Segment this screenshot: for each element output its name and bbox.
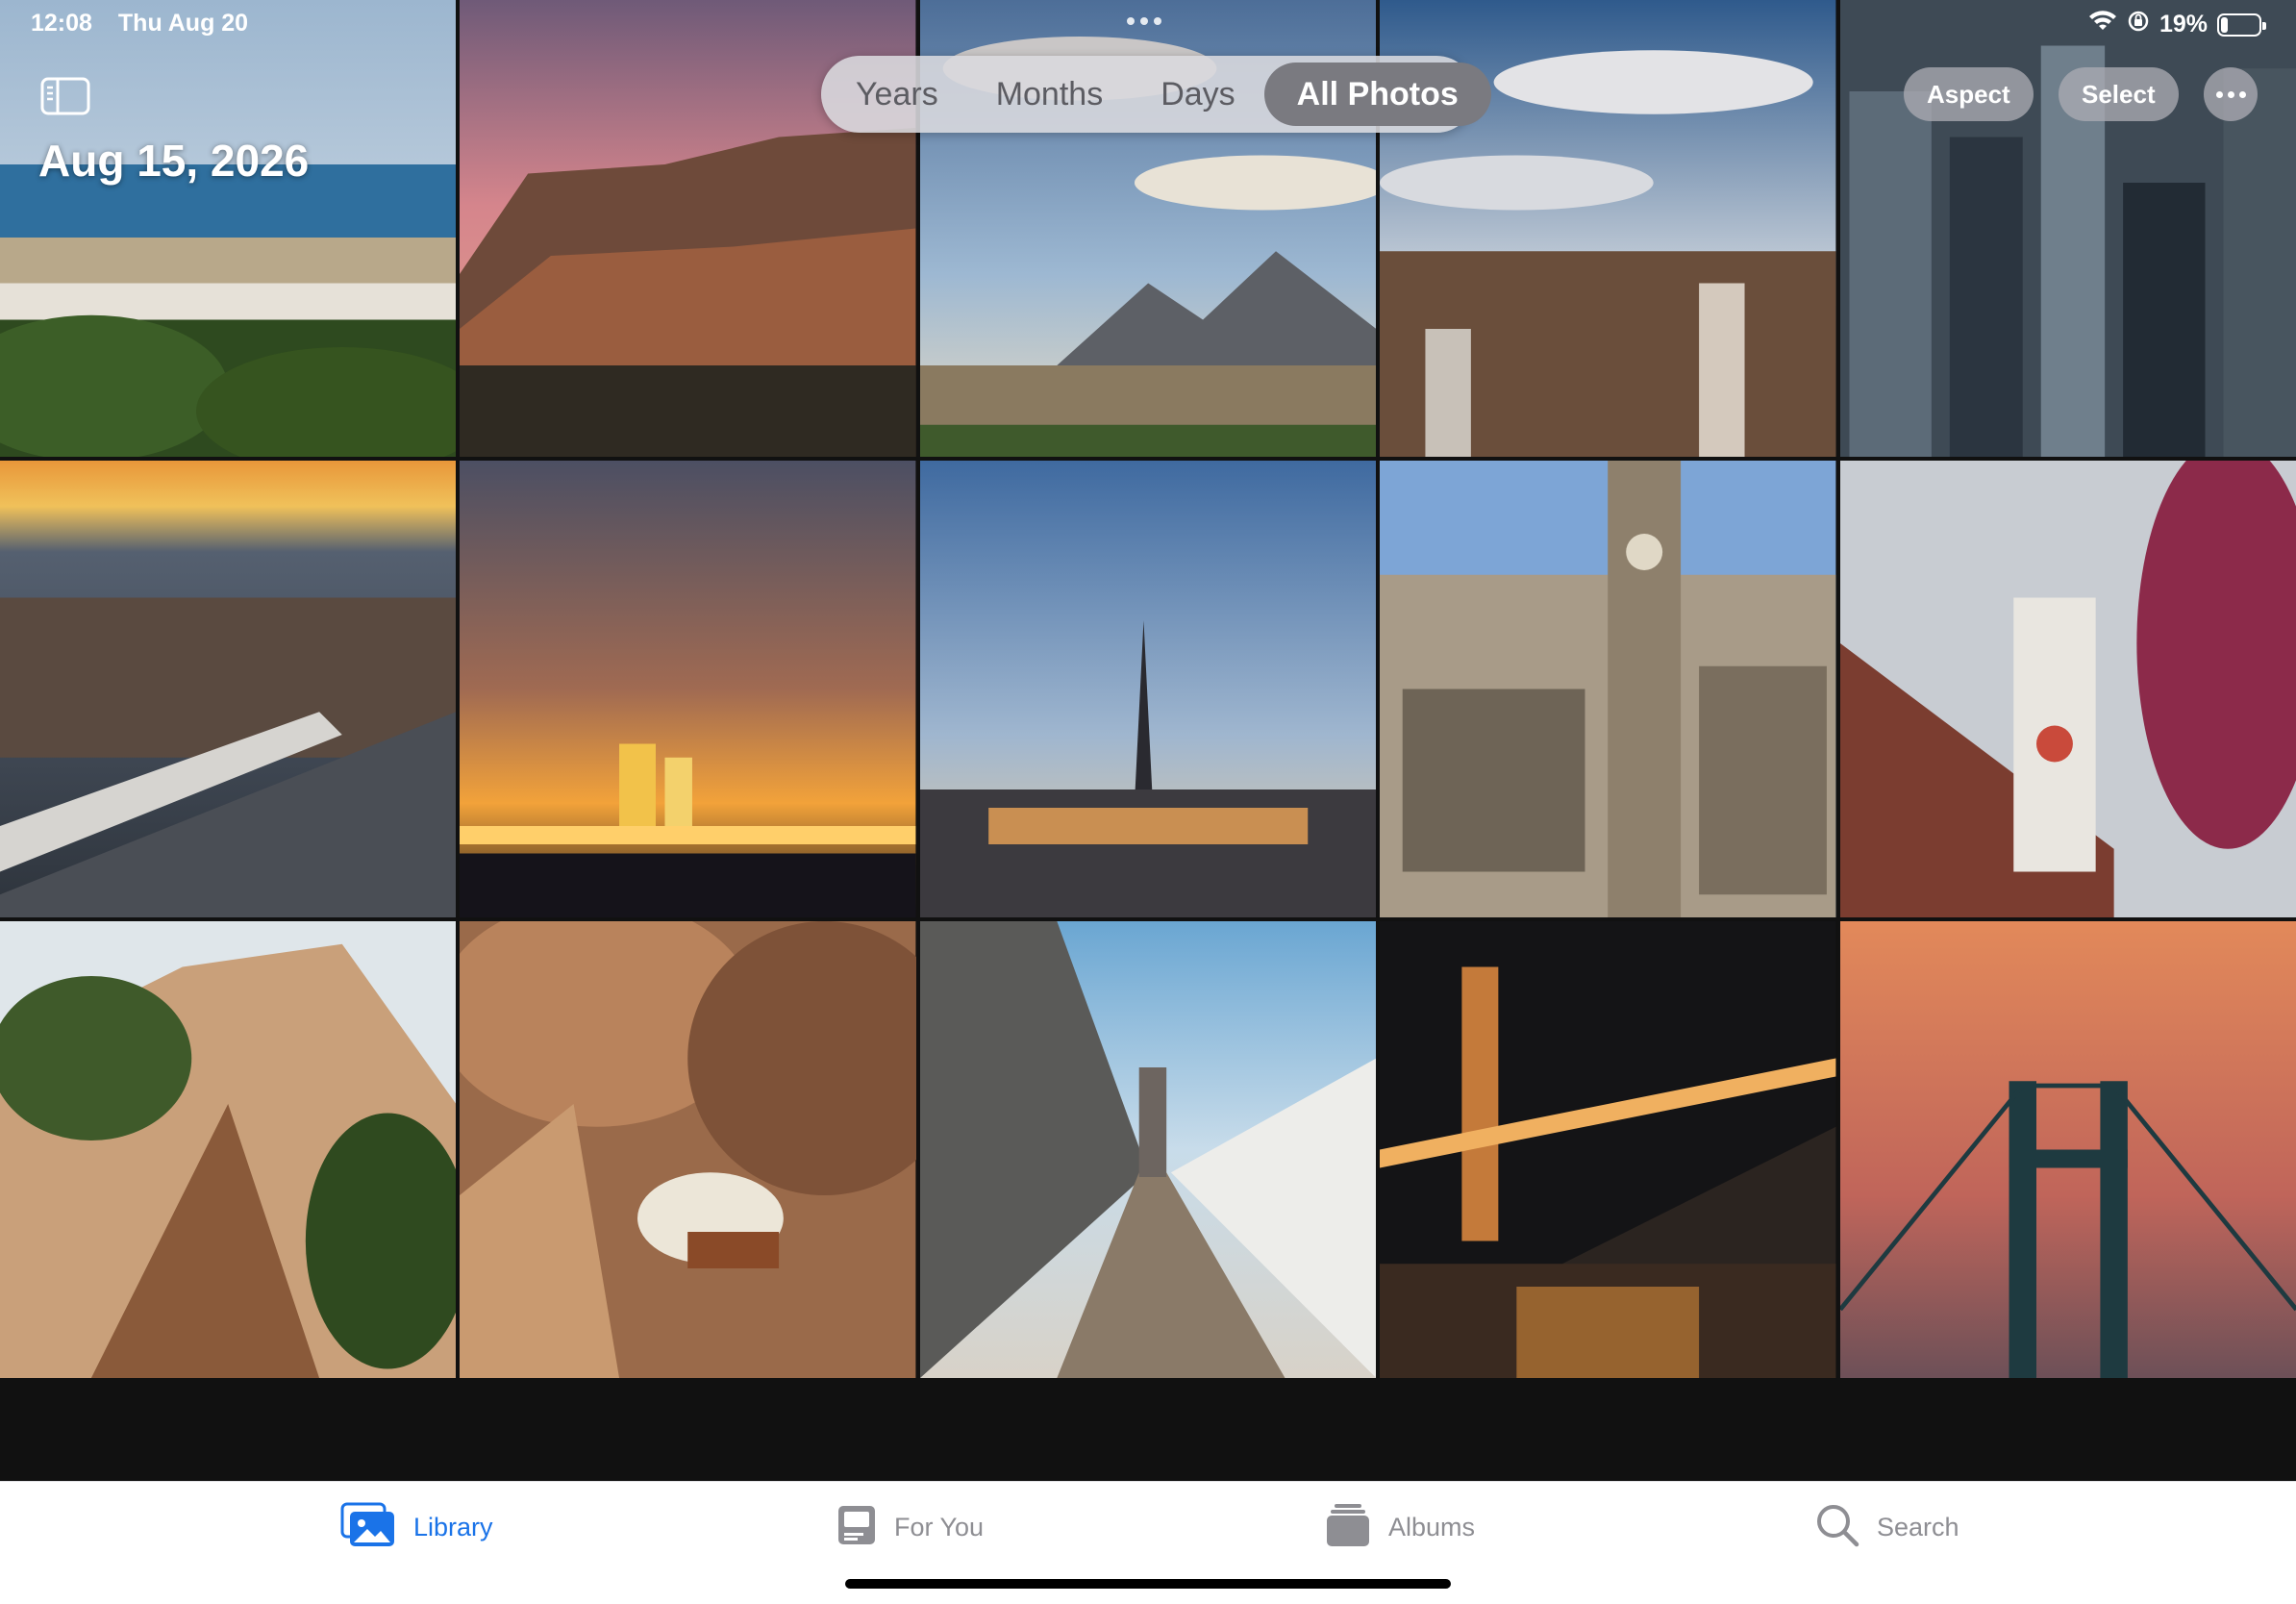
tab-search[interactable]: Search [1815,1503,1959,1551]
battery-icon [2217,13,2266,37]
view-segmented-control: Years Months Days All Photos [821,56,1491,133]
search-icon [1815,1503,1859,1552]
sidebar-toggle-icon[interactable] [40,77,90,115]
tab-albums[interactable]: Albums [1325,1503,1475,1551]
select-button[interactable]: Select [2059,67,2179,121]
photo-thumbnail[interactable] [460,921,916,1378]
orientation-lock-icon [2127,10,2150,39]
aspect-button[interactable]: Aspect [1904,67,2034,121]
photo-thumbnail[interactable] [0,0,457,457]
status-date: Thu Aug 20 [117,10,249,37]
photo-thumbnail[interactable] [919,461,1377,917]
status-bar: 12:08 Thu Aug 20 19% [0,0,2296,48]
photos-app: 12:08 Thu Aug 20 19% Aug 15, 2026 Years … [0,0,2296,1604]
home-indicator[interactable] [845,1579,1451,1589]
tab-label: Search [1877,1512,1959,1541]
tab-library[interactable]: Library [340,1502,493,1553]
albums-icon [1325,1502,1371,1553]
tab-label: For You [894,1512,985,1541]
tab-for-you[interactable]: For You [836,1503,984,1551]
photo-thumbnail[interactable] [0,921,457,1378]
battery-percent: 19% [2159,11,2208,38]
date-heading: Aug 15, 2026 [38,136,310,186]
tab-label: Albums [1388,1512,1476,1541]
status-right: 19% [2088,10,2266,39]
wifi-icon [2088,10,2117,39]
photo-library-icon [340,1502,396,1553]
segment-months[interactable]: Months [967,63,1133,126]
photo-grid [0,0,2296,1481]
photo-thumbnail[interactable] [1380,921,1836,1378]
status-left: 12:08 Thu Aug 20 [31,10,267,38]
for-you-icon [836,1504,877,1551]
segment-years[interactable]: Years [827,63,967,126]
status-time: 12:08 [31,10,92,37]
photo-thumbnail[interactable] [919,921,1377,1378]
battery-level [2221,16,2228,33]
photo-thumbnail[interactable] [0,461,457,917]
segment-days[interactable]: Days [1132,63,1263,126]
tab-label: Library [413,1512,493,1541]
ellipsis-icon[interactable] [2204,67,2258,121]
photo-thumbnail[interactable] [1380,461,1836,917]
photo-thumbnail[interactable] [1839,921,2296,1378]
photo-thumbnail[interactable] [1839,461,2296,917]
multitasking-icon[interactable] [1127,17,1161,25]
segment-all-photos[interactable]: All Photos [1263,63,1491,126]
photo-thumbnail[interactable] [460,461,916,917]
